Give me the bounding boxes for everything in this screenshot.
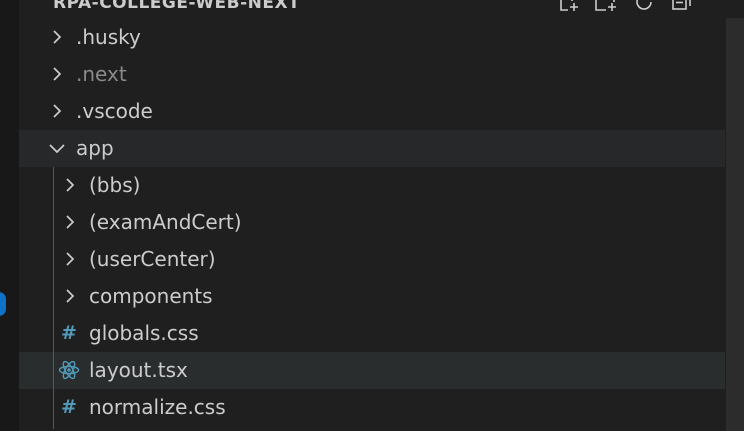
tree-item-husky[interactable]: .husky: [19, 19, 725, 56]
tree-item-label: .vscode: [76, 99, 153, 123]
chevron-right-icon: [66, 178, 75, 192]
chevron-right-icon: [53, 104, 62, 118]
new-file-icon[interactable]: [555, 0, 581, 14]
react-icon: [58, 359, 80, 381]
tree-item-label: (userCenter): [89, 247, 216, 271]
tree-item-label: normalize.css: [89, 395, 226, 419]
tree-item-label: app: [76, 136, 114, 160]
chevron-down-icon: [49, 144, 65, 154]
css-hash-icon: #: [61, 396, 77, 418]
notification-badge[interactable]: [0, 292, 6, 316]
explorer-actions: [555, 0, 695, 14]
tree-item-next[interactable]: .next: [19, 56, 725, 93]
tree-item-layout-tsx[interactable]: layout.tsx: [19, 352, 725, 389]
chevron-right-icon: [66, 289, 75, 303]
chevron-right-icon: [66, 215, 75, 229]
tree-item-label: layout.tsx: [89, 358, 188, 382]
tree-item-components[interactable]: components: [19, 278, 725, 315]
explorer-panel: RPA-COLLEGE-WEB-NEXT .husky .next .vscod…: [19, 0, 744, 431]
tree-item-examandcert[interactable]: (examAndCert): [19, 204, 725, 241]
tree-item-vscode[interactable]: .vscode: [19, 93, 725, 130]
chevron-right-icon: [66, 252, 75, 266]
indent-guide: [53, 167, 54, 429]
chevron-right-icon: [53, 67, 62, 81]
chevron-right-icon: [53, 30, 62, 44]
tree-item-globals-css[interactable]: # globals.css: [19, 315, 725, 352]
tree-item-label: (bbs): [89, 173, 141, 197]
tree-item-label: (examAndCert): [89, 210, 242, 234]
new-folder-icon[interactable]: [593, 0, 619, 14]
refresh-icon[interactable]: [631, 0, 657, 14]
tree-item-label: .next: [76, 62, 127, 86]
explorer-title[interactable]: RPA-COLLEGE-WEB-NEXT: [53, 0, 300, 13]
collapse-all-icon[interactable]: [669, 0, 695, 14]
file-tree: .husky .next .vscode app (bbs) (examAndC…: [19, 19, 725, 426]
activity-bar-edge: [0, 0, 19, 431]
tree-item-label: globals.css: [89, 321, 199, 345]
css-hash-icon: #: [61, 322, 77, 344]
tree-item-bbs[interactable]: (bbs): [19, 167, 725, 204]
tree-item-label: components: [89, 284, 213, 308]
explorer-header: RPA-COLLEGE-WEB-NEXT: [19, 0, 744, 18]
vertical-scrollbar[interactable]: [726, 18, 744, 431]
tree-item-normalize-css[interactable]: # normalize.css: [19, 389, 725, 426]
tree-item-usercenter[interactable]: (userCenter): [19, 241, 725, 278]
tree-item-label: .husky: [76, 25, 141, 49]
tree-item-app[interactable]: app: [19, 130, 725, 167]
